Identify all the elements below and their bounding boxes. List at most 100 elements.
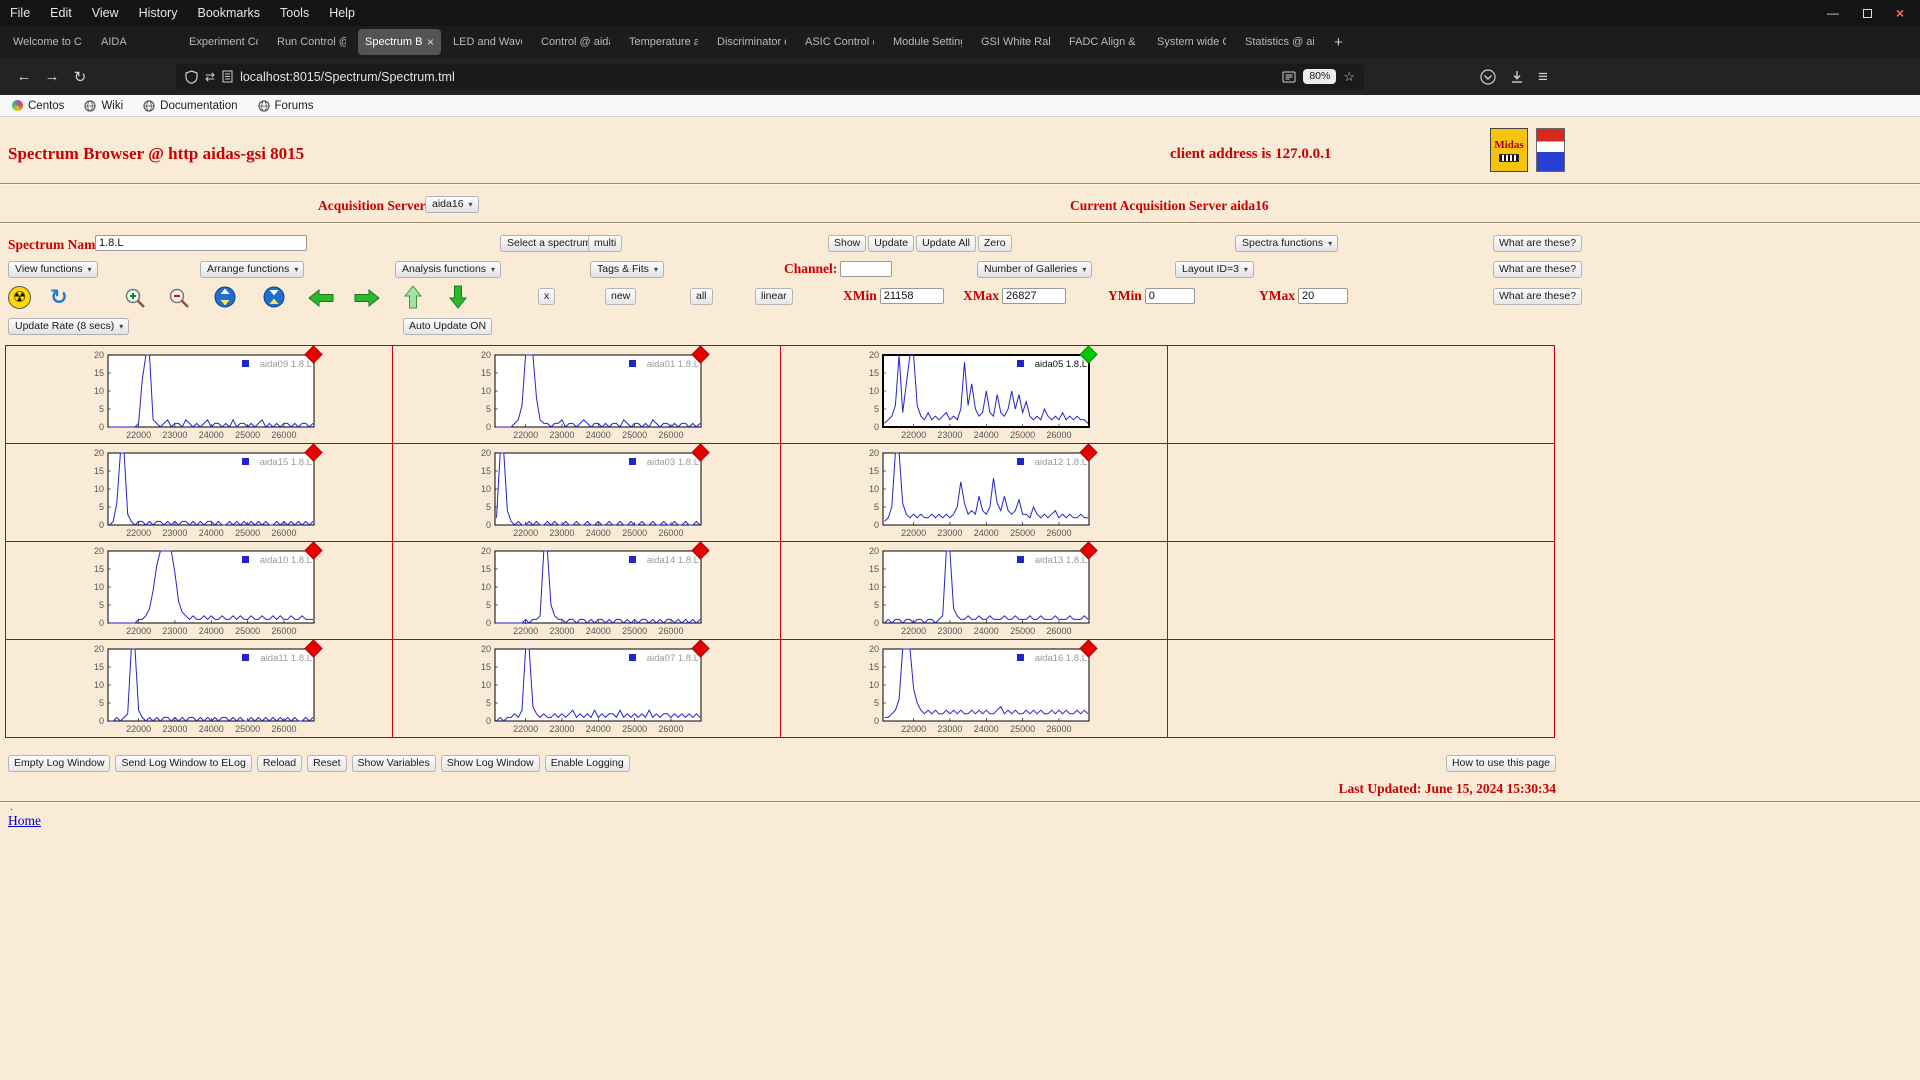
analysis-functions-dropdown[interactable]: Analysis functions ▾ <box>395 261 501 278</box>
browser-tab[interactable]: Control @ aidas <box>534 29 617 55</box>
show-variables-button[interactable]: Show Variables <box>352 755 436 772</box>
what-are-these-button-2[interactable]: What are these? <box>1493 261 1582 278</box>
bookmark-wiki[interactable]: Wiki <box>84 100 123 112</box>
spectra-functions-dropdown[interactable]: Spectra functions ▾ <box>1235 235 1338 252</box>
spectrum-plot[interactable]: 051015202200023000240002500026000aida09 … <box>66 351 316 443</box>
browser-tab[interactable]: System wide Ch <box>1150 29 1233 55</box>
radiation-icon[interactable]: ☢ <box>8 286 31 309</box>
browser-tab[interactable]: Statistics @ aid <box>1238 29 1321 55</box>
reader-mode-icon[interactable] <box>1282 71 1296 83</box>
spectrum-plot[interactable]: 051015202200023000240002500026000aida14 … <box>453 547 703 639</box>
new-button[interactable]: new <box>605 288 636 305</box>
how-to-use-button[interactable]: How to use this page <box>1446 755 1556 772</box>
browser-tab[interactable]: Temperature an <box>622 29 705 55</box>
spectrum-plot[interactable]: 051015202200023000240002500026000aida12 … <box>841 449 1091 541</box>
minimize-button[interactable]: — <box>1827 6 1839 20</box>
linear-button[interactable]: linear <box>755 288 793 305</box>
spectrum-plot[interactable]: 051015202200023000240002500026000aida03 … <box>453 449 703 541</box>
spectrum-plot[interactable]: 051015202200023000240002500026000aida11 … <box>66 645 316 737</box>
menu-help[interactable]: Help <box>319 6 365 20</box>
menu-tools[interactable]: Tools <box>270 6 319 20</box>
url-text[interactable]: localhost:8015/Spectrum/Spectrum.tml <box>240 70 455 84</box>
bookmark-documentation[interactable]: Documentation <box>143 100 237 112</box>
arrow-left-icon[interactable] <box>308 288 334 308</box>
channel-input[interactable] <box>840 261 892 277</box>
spectrum-name-input[interactable] <box>95 235 307 251</box>
spectrum-plot[interactable]: 051015202200023000240002500026000aida13 … <box>841 547 1091 639</box>
browser-tab[interactable]: Experiment Con <box>182 29 265 55</box>
show-log-window-button[interactable]: Show Log Window <box>441 755 540 772</box>
auto-update-button[interactable]: Auto Update ON <box>403 318 492 335</box>
zoom-level-badge[interactable]: 80% <box>1303 69 1336 84</box>
browser-tab[interactable]: GSI White Rabb <box>974 29 1057 55</box>
ymax-input[interactable] <box>1298 288 1348 304</box>
close-button[interactable]: × <box>1896 5 1904 21</box>
forward-button[interactable]: → <box>38 68 66 85</box>
spectrum-plot[interactable]: 051015202200023000240002500026000aida15 … <box>66 449 316 541</box>
menu-view[interactable]: View <box>82 6 129 20</box>
browser-tab[interactable]: Module Settings <box>886 29 969 55</box>
number-of-galleries-dropdown[interactable]: Number of Galleries ▾ <box>977 261 1092 278</box>
browser-tab[interactable]: Spectrum Bro× <box>358 29 441 55</box>
reload-button[interactable]: ↻ <box>66 68 94 86</box>
zero-button[interactable]: Zero <box>978 235 1012 252</box>
spectrum-plot[interactable]: 051015202200023000240002500026000aida16 … <box>841 645 1091 737</box>
arrow-up-icon[interactable] <box>403 285 423 309</box>
bookmark-forums[interactable]: Forums <box>258 100 314 112</box>
bookmark-centos[interactable]: Centos <box>12 100 64 112</box>
permissions-icon[interactable]: ⇄ <box>205 70 215 84</box>
zoom-out-icon[interactable] <box>168 287 191 310</box>
reset-button[interactable]: Reset <box>307 755 346 772</box>
arrow-down-icon[interactable] <box>448 285 468 309</box>
hamburger-menu-icon[interactable]: ≡ <box>1538 67 1548 87</box>
send-log-window-to-elog-button[interactable]: Send Log Window to ELog <box>115 755 251 772</box>
shield-icon[interactable] <box>185 70 198 84</box>
browser-tab[interactable]: Welcome to Ce <box>6 29 89 55</box>
spectrum-plot[interactable]: 051015202200023000240002500026000aida01 … <box>453 351 703 443</box>
reload-button[interactable]: Reload <box>257 755 302 772</box>
refresh-cycle-icon[interactable]: ↻ <box>50 285 68 309</box>
y-expand-icon[interactable] <box>214 286 236 308</box>
menu-history[interactable]: History <box>129 6 188 20</box>
pocket-icon[interactable] <box>1480 69 1496 85</box>
update-button[interactable]: Update <box>868 235 914 252</box>
layout-id-dropdown[interactable]: Layout ID=3 ▾ <box>1175 261 1254 278</box>
view-functions-dropdown[interactable]: View functions ▾ <box>8 261 98 278</box>
tags-fits-dropdown[interactable]: Tags & Fits ▾ <box>590 261 664 278</box>
xmin-input[interactable] <box>880 288 944 304</box>
url-bar[interactable]: ⇄ localhost:8015/Spectrum/Spectrum.tml 8… <box>176 64 1364 90</box>
new-tab-button[interactable]: + <box>1326 34 1351 51</box>
zoom-in-icon[interactable] <box>124 287 147 310</box>
bookmark-star-icon[interactable]: ☆ <box>1343 69 1355 85</box>
ymin-input[interactable] <box>1145 288 1195 304</box>
back-button[interactable]: ← <box>10 68 38 85</box>
empty-log-window-button[interactable]: Empty Log Window <box>8 755 110 772</box>
spectrum-plot[interactable]: 051015202200023000240002500026000aida07 … <box>453 645 703 737</box>
maximize-button[interactable] <box>1863 9 1872 18</box>
menu-edit[interactable]: Edit <box>40 6 82 20</box>
home-link[interactable]: Home <box>8 813 41 829</box>
enable-logging-button[interactable]: Enable Logging <box>545 755 630 772</box>
acquisition-server-select[interactable]: aida16 ▾ <box>425 196 479 213</box>
browser-tab[interactable]: Discriminator co <box>710 29 793 55</box>
browser-tab[interactable]: AIDA <box>94 29 177 55</box>
all-button[interactable]: all <box>690 288 713 305</box>
spectrum-plot[interactable]: 051015202200023000240002500026000aida10 … <box>66 547 316 639</box>
browser-tab[interactable]: Run Control @ <box>270 29 353 55</box>
what-are-these-button-1[interactable]: What are these? <box>1493 235 1582 252</box>
browser-tab[interactable]: ASIC Control @ <box>798 29 881 55</box>
tab-close-icon[interactable]: × <box>427 35 434 49</box>
xmax-input[interactable] <box>1002 288 1066 304</box>
menu-file[interactable]: File <box>0 6 40 20</box>
arrow-right-icon[interactable] <box>354 288 380 308</box>
browser-tab[interactable]: FADC Align & C <box>1062 29 1145 55</box>
show-button[interactable]: Show <box>828 235 866 252</box>
y-compress-icon[interactable] <box>263 286 285 308</box>
multi-button[interactable]: multi <box>588 235 622 252</box>
arrange-functions-dropdown[interactable]: Arrange functions ▾ <box>200 261 304 278</box>
update-rate-dropdown[interactable]: Update Rate (8 secs) ▾ <box>8 318 129 335</box>
x-axis-button[interactable]: x <box>538 288 555 305</box>
spectrum-plot[interactable]: 051015202200023000240002500026000aida05 … <box>841 351 1091 443</box>
browser-tab[interactable]: LED and Wavef <box>446 29 529 55</box>
update-all-button[interactable]: Update All <box>916 235 976 252</box>
